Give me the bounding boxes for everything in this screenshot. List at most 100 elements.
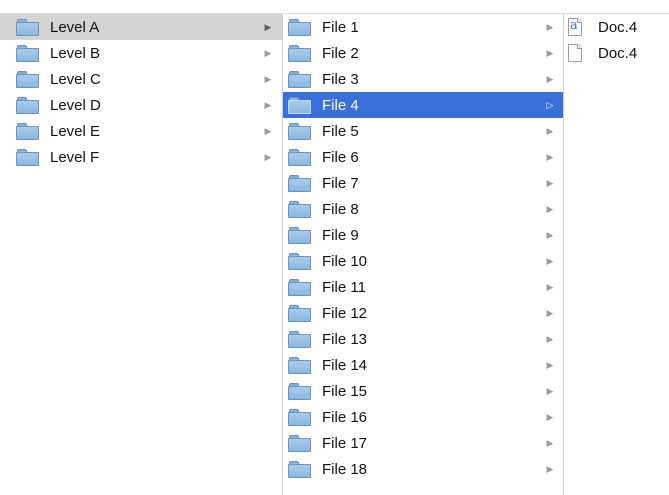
folder-icon: [288, 19, 311, 36]
folder-icon: [16, 149, 39, 166]
folder-label: File 12: [322, 304, 368, 322]
disclosure-arrow-icon: ▶: [546, 333, 554, 344]
folder-icon: [288, 279, 311, 296]
disclosure-arrow-icon: ▶: [546, 359, 554, 370]
document-label: Doc.4: [598, 44, 638, 62]
folder-icon: [288, 45, 311, 62]
column-levels[interactable]: Level A ▶ Level B ▶ Level C ▶ Level D ▶ Level E ▶…: [0, 14, 282, 495]
folder-row[interactable]: File 5 ▶: [283, 118, 563, 144]
folder-row[interactable]: File 2 ▶: [283, 40, 563, 66]
folder-label: File 4: [322, 96, 359, 114]
document-row[interactable]: Doc.4: [564, 40, 669, 66]
disclosure-arrow-icon: ▶: [546, 463, 554, 474]
folder-row[interactable]: File 6 ▶: [283, 144, 563, 170]
folder-row[interactable]: File 9 ▶: [283, 222, 563, 248]
folder-row[interactable]: File 13 ▶: [283, 326, 563, 352]
folder-icon: [288, 305, 311, 322]
folder-row[interactable]: Level A ▶: [0, 14, 282, 40]
folder-row[interactable]: Level D ▶: [0, 92, 282, 118]
folder-row[interactable]: Level B ▶: [0, 40, 282, 66]
folder-icon: [288, 201, 311, 218]
folder-icon: [288, 409, 311, 426]
text-document-icon: a: [568, 18, 582, 36]
folder-label: File 16: [322, 408, 368, 426]
folder-label: Level C: [50, 70, 101, 88]
folder-row[interactable]: File 7 ▶: [283, 170, 563, 196]
folder-row[interactable]: File 10 ▶: [283, 248, 563, 274]
document-row[interactable]: a Doc.4: [564, 14, 669, 40]
disclosure-arrow-icon: ▶: [546, 385, 554, 396]
folder-icon: [288, 71, 311, 88]
folder-row[interactable]: File 1 ▶: [283, 14, 563, 40]
folder-label: File 10: [322, 252, 368, 270]
folder-label: File 2: [322, 44, 359, 62]
folder-row[interactable]: File 15 ▶: [283, 378, 563, 404]
folder-icon: [288, 97, 311, 114]
folder-icon: [288, 357, 311, 374]
folder-icon: [288, 253, 311, 270]
folder-label: File 9: [322, 226, 359, 244]
folder-row[interactable]: File 17 ▶: [283, 430, 563, 456]
disclosure-arrow-icon: ▶: [546, 177, 554, 188]
disclosure-arrow-icon: ▶: [546, 21, 554, 32]
folder-icon: [288, 461, 311, 478]
disclosure-arrow-icon: ▶: [546, 229, 554, 240]
folder-row[interactable]: File 11 ▶: [283, 274, 563, 300]
folder-label: File 1: [322, 18, 359, 36]
folder-label: File 18: [322, 460, 368, 478]
folder-label: File 5: [322, 122, 359, 140]
folder-icon: [288, 331, 311, 348]
folder-icon: [288, 435, 311, 452]
folder-icon: [16, 71, 39, 88]
column-files[interactable]: File 1 ▶ File 2 ▶ File 3 ▶ File 4 ▷ File 5 ▶ File …: [283, 14, 563, 495]
folder-row[interactable]: Level E ▶: [0, 118, 282, 144]
folder-icon: [288, 123, 311, 140]
folder-label: File 3: [322, 70, 359, 88]
disclosure-arrow-icon: ▶: [546, 151, 554, 162]
folder-label: Level F: [50, 148, 100, 166]
folder-row[interactable]: File 8 ▶: [283, 196, 563, 222]
folder-label: File 11: [322, 278, 366, 296]
disclosure-arrow-icon: ▶: [546, 47, 554, 58]
disclosure-arrow-icon: ▶: [264, 99, 272, 110]
disclosure-arrow-icon: ▶: [264, 125, 272, 136]
disclosure-arrow-icon: ▶: [546, 281, 554, 292]
folder-icon: [16, 19, 39, 36]
folder-label: File 8: [322, 200, 359, 218]
folder-label: Level E: [50, 122, 101, 140]
folder-label: File 15: [322, 382, 368, 400]
disclosure-arrow-icon: ▶: [546, 203, 554, 214]
folder-icon: [16, 45, 39, 62]
folder-icon: [16, 97, 39, 114]
blank-document-icon: [568, 44, 582, 62]
folder-label: Level A: [50, 18, 100, 36]
disclosure-arrow-icon: ▶: [546, 411, 554, 422]
disclosure-arrow-icon: ▶: [264, 21, 272, 32]
disclosure-arrow-icon: ▶: [546, 73, 554, 84]
folder-row[interactable]: File 3 ▶: [283, 66, 563, 92]
folder-icon: [288, 383, 311, 400]
disclosure-arrow-icon: ▶: [546, 125, 554, 136]
folder-row[interactable]: File 14 ▶: [283, 352, 563, 378]
folder-row[interactable]: File 16 ▶: [283, 404, 563, 430]
folder-icon: [288, 227, 311, 244]
folder-row[interactable]: File 4 ▷: [283, 92, 563, 118]
folder-label: File 13: [322, 330, 368, 348]
folder-label: Level B: [50, 44, 101, 62]
folder-row[interactable]: Level F ▶: [0, 144, 282, 170]
disclosure-arrow-icon: ▶: [546, 437, 554, 448]
folder-icon: [16, 123, 39, 140]
document-label: Doc.4: [598, 18, 638, 36]
folder-row[interactable]: File 12 ▶: [283, 300, 563, 326]
column-browser: Level A ▶ Level B ▶ Level C ▶ Level D ▶ Level E ▶…: [0, 14, 669, 495]
folder-row[interactable]: Level C ▶: [0, 66, 282, 92]
folder-label: File 7: [322, 174, 359, 192]
column-documents[interactable]: a Doc.4 Doc.4: [564, 14, 669, 495]
folder-row[interactable]: File 18 ▶: [283, 456, 563, 482]
disclosure-arrow-icon: ▷: [546, 99, 554, 110]
disclosure-arrow-icon: ▶: [546, 307, 554, 318]
folder-icon: [288, 149, 311, 166]
top-edge: [0, 0, 669, 14]
disclosure-arrow-icon: ▶: [264, 47, 272, 58]
folder-label: File 6: [322, 148, 359, 166]
